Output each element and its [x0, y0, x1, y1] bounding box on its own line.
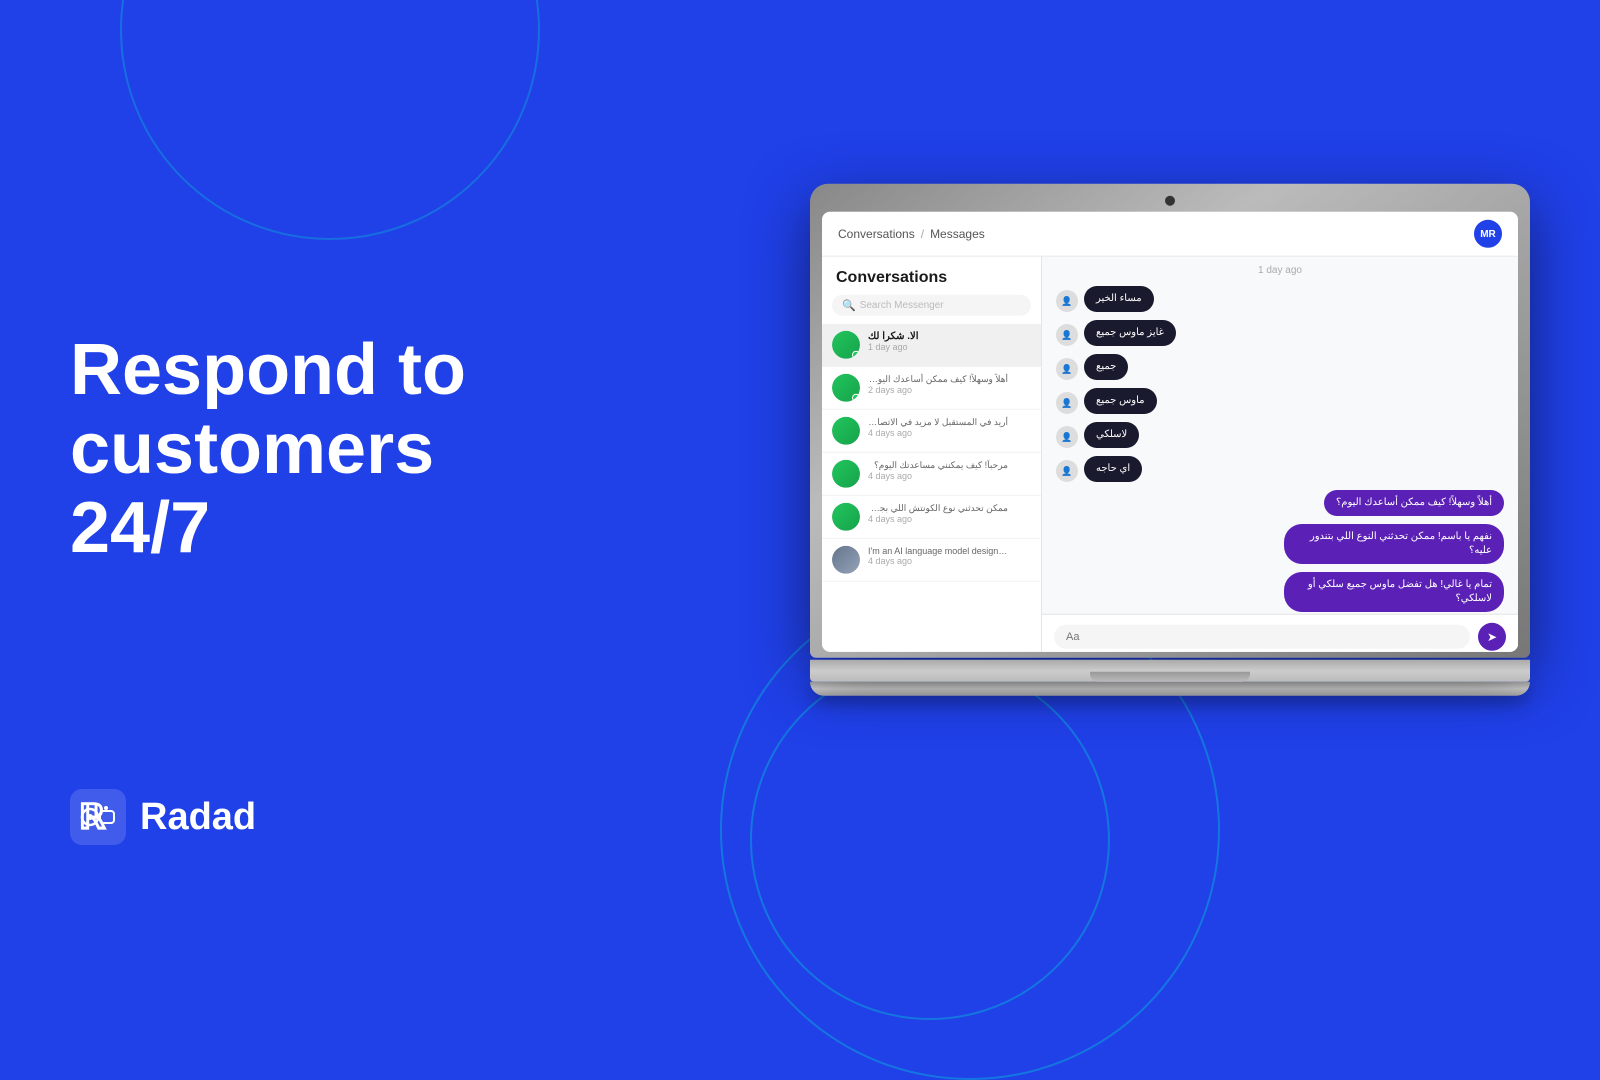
search-icon: 🔍	[842, 299, 856, 312]
hero-line2: customers 24/7	[70, 409, 434, 568]
conv-preview: أريد في المستقبل لا مزيد في الاتصال من	[868, 417, 1008, 428]
conv-preview: أهلاً وسهلاً! كيف ممكن أساعدك اليوم؟	[868, 374, 1008, 385]
app-header: Conversations / Messages MR	[822, 212, 1518, 257]
conv-info: ممكن تحدثني نوع الكونتش اللي بجدور عليه؟…	[868, 503, 1031, 524]
conv-time: 4 days ago	[868, 471, 1031, 481]
message-row: أهلاً وسهلاً! كيف ممكن أساعدك اليوم؟	[1056, 490, 1504, 516]
conv-avatar	[832, 374, 860, 402]
conv-avatar	[832, 546, 860, 574]
breadcrumb: Conversations / Messages	[838, 227, 985, 241]
conv-avatar	[832, 503, 860, 531]
message-row: 👤 اي حاجه	[1056, 456, 1504, 482]
chat-input-bar: ➤	[1042, 614, 1518, 652]
user-avatar: MR	[1474, 220, 1502, 248]
radad-logo-icon: ℝ	[70, 789, 126, 845]
bot-avatar: 👤	[1056, 460, 1078, 482]
hero-section: Respond to customers 24/7	[70, 331, 570, 569]
laptop-screen: Conversations / Messages MR Conversation…	[822, 212, 1518, 652]
list-item[interactable]: مرحباً! كيف يمكنني مساعدتك اليوم؟ 4 days…	[822, 453, 1041, 496]
bot-avatar: 👤	[1056, 392, 1078, 414]
list-item[interactable]: أهلاً وسهلاً! كيف ممكن أساعدك اليوم؟ 2 d…	[822, 367, 1041, 410]
message-bubble: تمام يا غالي! هل تفضل ماوس جميع سلكي أو …	[1284, 572, 1504, 612]
conv-info: I'm an AI language model designed ... 4 …	[868, 546, 1031, 566]
hero-text: Respond to customers 24/7	[70, 331, 570, 569]
sidebar-title: Conversations	[822, 257, 1041, 295]
message-bubble: ماوس جميع	[1084, 388, 1157, 414]
conv-preview: I'm an AI language model designed ...	[868, 546, 1008, 556]
breadcrumb-conversations: Conversations	[838, 227, 915, 241]
conv-time: 4 days ago	[868, 556, 1031, 566]
online-dot	[852, 351, 860, 359]
list-item[interactable]: ممكن تحدثني نوع الكونتش اللي بجدور عليه؟…	[822, 496, 1041, 539]
conv-time: 4 days ago	[868, 514, 1031, 524]
message-row: نفهم يا باسم! ممكن تحدثني النوع اللي بتن…	[1056, 524, 1504, 564]
sidebar: Conversations 🔍 Search Messenger ا	[822, 257, 1042, 652]
laptop-stand	[810, 682, 1530, 696]
conv-info: الا. شكراً لك 1 day ago	[868, 331, 1031, 352]
logo: ℝ Radad	[70, 789, 256, 845]
send-button[interactable]: ➤	[1478, 623, 1506, 651]
bot-avatar: 👤	[1056, 324, 1078, 346]
list-item[interactable]: I'm an AI language model designed ... 4 …	[822, 539, 1041, 582]
message-row: 👤 جميع	[1056, 354, 1504, 380]
online-dot	[852, 394, 860, 402]
message-bubble: غايز ماوس جميع	[1084, 320, 1176, 346]
list-item[interactable]: الا. شكراً لك 1 day ago	[822, 324, 1041, 367]
bot-avatar: 👤	[1056, 426, 1078, 448]
conversation-list: الا. شكراً لك 1 day ago أهلاً وسهلاً! كي…	[822, 324, 1041, 582]
message-bubble: مساء الخير	[1084, 286, 1154, 312]
conv-avatar	[832, 417, 860, 445]
conv-name: الا. شكراً لك	[868, 331, 1031, 342]
messages-container: 👤 مساء الخير 👤 غايز ماوس جميع 👤 جميع	[1042, 280, 1518, 614]
search-box[interactable]: 🔍 Search Messenger	[832, 295, 1031, 316]
chat-input[interactable]	[1054, 625, 1470, 649]
conv-time: 2 days ago	[868, 385, 1031, 395]
list-item[interactable]: أريد في المستقبل لا مزيد في الاتصال من 4…	[822, 410, 1041, 453]
conv-preview: ممكن تحدثني نوع الكونتش اللي بجدور عليه؟	[868, 503, 1008, 514]
conv-preview: مرحباً! كيف يمكنني مساعدتك اليوم؟	[868, 460, 1008, 471]
breadcrumb-separator: /	[921, 227, 924, 241]
laptop-screen-outer: Conversations / Messages MR Conversation…	[810, 184, 1530, 658]
conv-info: أهلاً وسهلاً! كيف ممكن أساعدك اليوم؟ 2 d…	[868, 374, 1031, 395]
chat-area: 1 day ago 👤 مساء الخير 👤 غايز ماوس جميع	[1042, 257, 1518, 652]
breadcrumb-messages: Messages	[930, 227, 985, 241]
conv-info: أريد في المستقبل لا مزيد في الاتصال من 4…	[868, 417, 1031, 438]
conv-avatar	[832, 331, 860, 359]
message-row: 👤 مساء الخير	[1056, 286, 1504, 312]
message-row: 👤 ماوس جميع	[1056, 388, 1504, 414]
message-bubble: اي حاجه	[1084, 456, 1142, 482]
message-bubble: أهلاً وسهلاً! كيف ممكن أساعدك اليوم؟	[1324, 490, 1504, 516]
bot-avatar: 👤	[1056, 290, 1078, 312]
logo-text: Radad	[140, 796, 256, 839]
conv-time: 1 day ago	[868, 342, 1031, 352]
laptop: Conversations / Messages MR Conversation…	[810, 184, 1530, 696]
deco-circle-top	[120, 0, 540, 240]
conv-time: 4 days ago	[868, 428, 1031, 438]
message-row: 👤 لاسلكي	[1056, 422, 1504, 448]
message-bubble: جميع	[1084, 354, 1128, 380]
hero-line1: Respond to	[70, 330, 466, 410]
search-placeholder-text: Search Messenger	[860, 300, 944, 311]
deco-circle-br2	[750, 660, 1110, 1020]
chat-date: 1 day ago	[1042, 257, 1518, 280]
message-bubble: نفهم يا باسم! ممكن تحدثني النوع اللي بتن…	[1284, 524, 1504, 564]
laptop-base	[810, 660, 1530, 682]
message-bubble: لاسلكي	[1084, 422, 1139, 448]
bot-avatar: 👤	[1056, 358, 1078, 380]
message-row: تمام يا غالي! هل تفضل ماوس جميع سلكي أو …	[1056, 572, 1504, 612]
conv-info: مرحباً! كيف يمكنني مساعدتك اليوم؟ 4 days…	[868, 460, 1031, 481]
conv-avatar	[832, 460, 860, 488]
app-body: Conversations 🔍 Search Messenger ا	[822, 257, 1518, 652]
message-row: 👤 غايز ماوس جميع	[1056, 320, 1504, 346]
laptop-camera	[1165, 196, 1175, 206]
